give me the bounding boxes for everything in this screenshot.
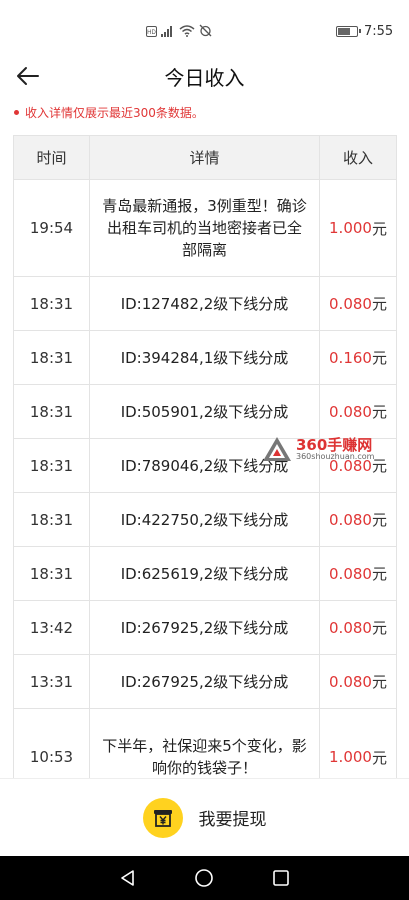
watermark-triangle-icon (263, 437, 291, 461)
row-time: 13:42 (14, 601, 90, 654)
amount-value: 0.080 (329, 564, 372, 583)
amount-value: 0.080 (329, 294, 372, 313)
watermark-main: 360手赚网 (296, 435, 373, 454)
amount-unit: 元 (371, 403, 387, 421)
row-time: 18:31 (14, 439, 90, 492)
table-row[interactable]: 18:31 ID:422750,2级下线分成 0.080 元 (14, 493, 396, 547)
page-title: 今日收入 (164, 66, 245, 90)
table-row[interactable]: 13:31 ID:267925,2级下线分成 0.080 元 (14, 655, 396, 709)
column-header-amount: 收入 (342, 149, 373, 167)
row-amount: 0.080 元 (320, 655, 396, 708)
row-detail: ID:394284,1级下线分成 (90, 331, 320, 384)
svg-text:HD: HD (147, 30, 156, 36)
table-body: 19:54 青岛最新通报，3例重型！确诊出租车司机的当地密接者已全部隔离 1.000… (14, 180, 396, 778)
notice-text: 收入详情仅展示最近300条数据。 (25, 106, 204, 120)
status-time: 7:55 (364, 23, 394, 39)
amount-unit: 元 (371, 673, 387, 691)
row-amount: 1.000 元 (320, 709, 396, 778)
row-detail: ID:625619,2级下线分成 (90, 547, 320, 600)
row-time: 13:31 (14, 655, 90, 708)
amount-value: 0.080 (329, 510, 372, 529)
row-detail: ID:127482,2级下线分成 (90, 277, 320, 330)
amount-value: 1.000 (329, 748, 372, 766)
amount-value: 1.000 (329, 219, 372, 237)
row-time: 18:31 (14, 547, 90, 600)
row-time: 19:54 (14, 180, 90, 276)
table-row[interactable]: 13:42 ID:267925,2级下线分成 0.080 元 (14, 601, 396, 655)
header: 今日收入 (0, 58, 409, 96)
row-detail: ID:505901,2级下线分成 (90, 385, 320, 438)
amount-unit: 元 (371, 511, 387, 529)
row-amount: 0.080 元 (320, 385, 396, 438)
row-detail: ID:267925,2级下线分成 (90, 655, 320, 708)
row-amount: 1.000 元 (320, 180, 396, 276)
table-row[interactable]: 18:31 ID:625619,2级下线分成 0.080 元 (14, 547, 396, 601)
row-amount: 0.080 元 (320, 601, 396, 654)
amount-unit: 元 (371, 565, 387, 583)
status-right: 7:55 (336, 22, 393, 40)
table-row[interactable]: 10:53 下半年，社保迎来5个变化，影响你的钱袋子！ 1.000 元 (14, 709, 396, 778)
hd-icon: HD (146, 22, 157, 41)
amount-unit: 元 (371, 219, 387, 238)
row-amount: 0.080 元 (320, 493, 396, 546)
table-header: 时间 详情 收入 (14, 135, 396, 180)
table-row[interactable]: 19:54 青岛最新通报，3例重型！确诊出租车司机的当地密接者已全部隔离 1.000… (14, 180, 396, 277)
nav-recents-button[interactable] (266, 863, 296, 893)
amount-unit: 元 (371, 295, 387, 313)
withdraw-label: 我要提现 (198, 810, 267, 830)
amount-unit: 元 (371, 349, 387, 367)
row-detail: 青岛最新通报，3例重型！确诊出租车司机的当地密接者已全部隔离 (90, 180, 320, 276)
row-time: 18:31 (14, 385, 90, 438)
battery-icon (336, 25, 361, 37)
amount-value: 0.160 (329, 348, 372, 367)
row-amount: 0.160 元 (320, 331, 396, 384)
row-amount: 0.080 元 (320, 547, 396, 600)
status-icons: HD (146, 22, 212, 40)
column-header-detail: 详情 (90, 136, 320, 179)
nav-home-button[interactable] (189, 863, 219, 893)
row-time: 18:31 (14, 493, 90, 546)
table-row[interactable]: 18:31 ID:127482,2级下线分成 0.080 元 (14, 277, 396, 331)
amount-unit: 元 (371, 619, 387, 637)
system-nav-bar (0, 856, 409, 900)
notice-dot-icon (14, 110, 19, 115)
table-row[interactable]: 18:31 ID:505901,2级下线分成 0.080 元 (14, 385, 396, 439)
watermark-logo: 360手赚网 360shouzhuan.com (262, 432, 402, 466)
signal-icon (161, 22, 175, 41)
notice: 收入详情仅展示最近300条数据。 (14, 104, 204, 121)
amount-value: 0.080 (329, 402, 372, 421)
row-time: 18:31 (14, 331, 90, 384)
row-detail: ID:267925,2级下线分成 (90, 601, 320, 654)
row-time: 18:31 (14, 277, 90, 330)
yuan-wallet-icon (142, 797, 183, 838)
row-amount: 0.080 元 (320, 277, 396, 330)
recents-square-icon (273, 870, 289, 886)
table-row[interactable]: 18:31 ID:394284,1级下线分成 0.160 元 (14, 331, 396, 385)
amount-value: 0.080 (329, 672, 372, 691)
amount-value: 0.080 (329, 618, 372, 637)
status-bar: HD 7:55 (0, 0, 409, 58)
nav-back-button[interactable] (113, 863, 143, 893)
column-header-time: 时间 (14, 136, 90, 179)
row-detail: 下半年，社保迎来5个变化，影响你的钱袋子！ (90, 709, 320, 778)
wifi-icon (179, 22, 195, 41)
withdraw-button[interactable]: 我要提现 (0, 778, 409, 856)
amount-unit: 元 (371, 748, 387, 767)
row-detail: ID:422750,2级下线分成 (90, 493, 320, 546)
row-time: 10:53 (14, 709, 90, 778)
no-alarm-icon (199, 22, 212, 41)
home-circle-icon (195, 869, 214, 887)
watermark-sub: 360shouzhuan.com (296, 451, 375, 461)
back-triangle-icon (121, 870, 134, 886)
